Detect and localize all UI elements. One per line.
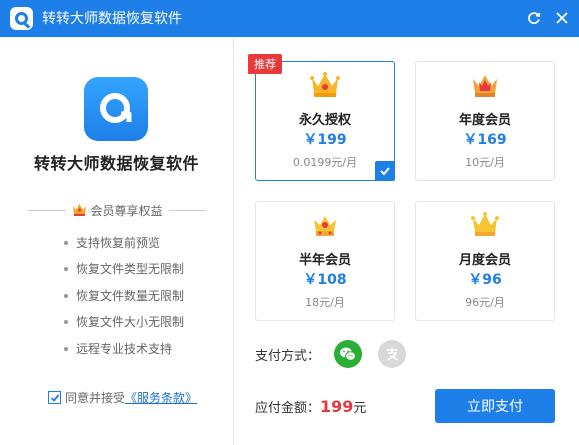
plan-card-lifetime[interactable]: 推荐 永久授权 ￥199 0.0199元/月: [248, 54, 395, 181]
plan-card-halfyear[interactable]: 半年会员 ￥108 18元/月: [255, 201, 395, 321]
total-value: 199: [320, 397, 354, 416]
benefits-list: 支持恢复前预览 恢复文件类型无限制 恢复文件数量无限制 恢复文件大小无限制 远程…: [64, 235, 184, 367]
window-title: 转转大师数据恢复软件: [42, 11, 182, 27]
total-amount: 应付金额：199元: [255, 397, 366, 416]
plan-monthly-price: 96元/月: [465, 296, 505, 309]
list-item: 支持恢复前预览: [64, 235, 184, 261]
total-label: 应付金额：: [255, 401, 321, 416]
terms-link[interactable]: 《服务条款》: [125, 389, 197, 406]
wechat-pay-icon[interactable]: [334, 340, 363, 368]
refresh-icon[interactable]: [524, 8, 544, 28]
list-item: 恢复文件大小无限制: [64, 314, 184, 340]
plan-price: ￥199: [303, 132, 347, 148]
plan-monthly-price: 10元/月: [465, 156, 505, 169]
panel-divider: [233, 37, 234, 445]
close-icon[interactable]: [552, 8, 572, 28]
total-unit: 元: [353, 401, 367, 416]
list-item: 恢复文件类型无限制: [64, 261, 184, 287]
agree-label: 同意并接受: [65, 391, 126, 405]
left-panel: 转转大师数据恢复软件 会员尊享权益 支持恢复前预览 恢复文件类型无限制 恢复文件…: [0, 37, 233, 445]
app-name: 转转大师数据恢复软件: [33, 154, 199, 173]
list-item: 恢复文件数量无限制: [64, 288, 184, 314]
payment-label: 支付方式：: [255, 348, 321, 364]
plan-price: ￥96: [468, 272, 502, 288]
app-logo-icon: [10, 7, 33, 30]
crown-icon: [416, 72, 554, 98]
selected-check-icon: [375, 161, 395, 181]
plan-price: ￥108: [303, 272, 347, 288]
divider-line: [28, 209, 66, 211]
plan-monthly-price: 0.0199元/月: [292, 156, 358, 169]
plan-name: 年度会员: [458, 113, 511, 128]
plan-price: ￥169: [463, 132, 507, 148]
crown-icon: [256, 72, 394, 98]
alipay-icon[interactable]: [378, 340, 407, 368]
plan-card-yearly[interactable]: 年度会员 ￥169 10元/月: [415, 61, 555, 181]
payment-method: 支付方式：: [255, 340, 422, 368]
divider-line: [168, 209, 207, 211]
title-bar: 转转大师数据恢复软件: [0, 0, 579, 37]
crown-icon: [72, 201, 87, 220]
agree-checkbox[interactable]: [48, 391, 61, 404]
benefits-title: 会员尊享权益: [90, 203, 163, 218]
recommend-badge: 推荐: [248, 54, 282, 74]
app-icon: [84, 77, 148, 141]
crown-icon: [416, 212, 554, 238]
plan-name: 永久授权: [298, 113, 351, 128]
plan-name: 月度会员: [458, 253, 511, 268]
plan-monthly-price: 18元/月: [305, 296, 345, 309]
pay-now-button[interactable]: 立即支付: [435, 389, 555, 423]
agreement: 同意并接受 《服务条款》: [48, 389, 197, 406]
plan-name: 半年会员: [298, 253, 351, 268]
crown-icon: [256, 212, 394, 238]
plan-card-monthly[interactable]: 月度会员 ￥96 96元/月: [415, 201, 555, 321]
list-item: 远程专业技术支持: [64, 341, 184, 367]
benefits-header: 会员尊享权益: [28, 200, 207, 220]
